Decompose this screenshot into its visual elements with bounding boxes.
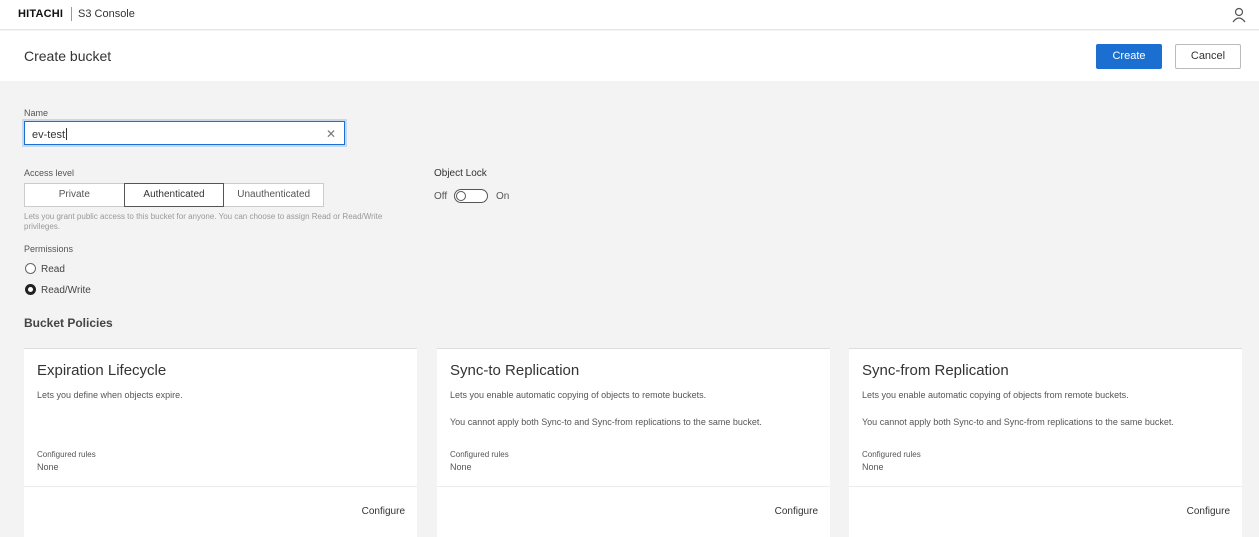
- configured-rules-value: None: [37, 462, 59, 472]
- configured-rules-label: Configured rules: [37, 450, 96, 459]
- radio-checked-icon[interactable]: [25, 284, 36, 295]
- top-bar: HITACHI S3 Console: [0, 0, 1259, 30]
- cancel-button[interactable]: Cancel: [1175, 44, 1241, 69]
- policy-card-expiration: Expiration Lifecycle Lets you define whe…: [24, 348, 417, 537]
- access-option-unauthenticated[interactable]: Unauthenticated: [224, 184, 323, 206]
- policy-card-sync-from: Sync-from Replication Lets you enable au…: [849, 348, 1242, 537]
- permissions-label: Permissions: [24, 244, 74, 254]
- permission-read-label: Read: [41, 264, 65, 275]
- object-lock-toggle-row: Off On: [434, 189, 509, 203]
- access-option-private[interactable]: Private: [25, 184, 124, 206]
- object-lock-on-label: On: [496, 191, 510, 202]
- card-title: Sync-to Replication: [450, 362, 580, 379]
- access-option-authenticated[interactable]: Authenticated: [123, 183, 225, 207]
- name-label: Name: [24, 108, 49, 118]
- card-title: Expiration Lifecycle: [37, 362, 167, 379]
- user-icon[interactable]: [1231, 6, 1247, 24]
- access-level-helper: Lets you grant public access to this buc…: [24, 212, 383, 231]
- card-divider: [849, 486, 1242, 487]
- app-name: S3 Console: [78, 8, 135, 20]
- radio-unchecked-icon[interactable]: [25, 263, 36, 274]
- brand-divider: [71, 7, 72, 21]
- access-level-label: Access level: [24, 168, 75, 178]
- card-note: You cannot apply both Sync-to and Sync-f…: [450, 417, 762, 427]
- card-title: Sync-from Replication: [862, 362, 1009, 379]
- policy-card-sync-to: Sync-to Replication Lets you enable auto…: [437, 348, 830, 537]
- configured-rules-label: Configured rules: [450, 450, 509, 459]
- permission-read-write-label: Read/Write: [41, 285, 91, 296]
- access-level-selector: Private Authenticated Unauthenticated: [24, 183, 324, 207]
- card-description: Lets you define when objects expire.: [37, 390, 183, 400]
- object-lock-off-label: Off: [434, 191, 448, 202]
- toggle-knob: [456, 191, 466, 201]
- permission-read[interactable]: Read: [25, 263, 65, 275]
- configured-rules-label: Configured rules: [862, 450, 921, 459]
- bucket-name-value: ev-test: [32, 129, 66, 141]
- configured-rules-value: None: [450, 462, 472, 472]
- configure-button[interactable]: Configure: [1187, 506, 1230, 517]
- configure-button[interactable]: Configure: [775, 506, 818, 517]
- permission-read-write[interactable]: Read/Write: [25, 284, 91, 296]
- card-divider: [437, 486, 830, 487]
- object-lock-toggle[interactable]: [454, 189, 488, 203]
- create-button[interactable]: Create: [1096, 44, 1162, 69]
- card-note: You cannot apply both Sync-to and Sync-f…: [862, 417, 1174, 427]
- page-title: Create bucket: [24, 48, 112, 64]
- card-divider: [24, 486, 417, 487]
- card-description: Lets you enable automatic copying of obj…: [450, 390, 707, 400]
- configure-button[interactable]: Configure: [362, 506, 405, 517]
- brand-logo: HITACHI: [18, 8, 64, 20]
- page-header: Create bucket Create Cancel: [0, 31, 1259, 81]
- object-lock-label: Object Lock: [434, 168, 487, 179]
- bucket-policies-title: Bucket Policies: [24, 316, 113, 330]
- text-caret: [66, 128, 68, 140]
- bucket-name-input[interactable]: ev-test ✕: [24, 121, 345, 145]
- configured-rules-value: None: [862, 462, 884, 472]
- card-description: Lets you enable automatic copying of obj…: [862, 390, 1129, 400]
- clear-icon[interactable]: ✕: [326, 127, 336, 141]
